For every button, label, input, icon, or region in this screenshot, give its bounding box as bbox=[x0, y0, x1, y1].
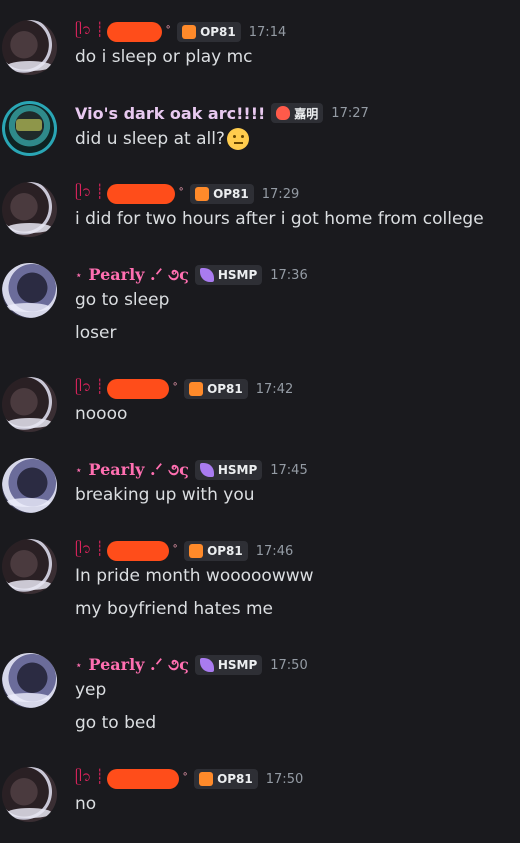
message-header: ⋆ Pearly .ᐟ ૭ς HSMP 17:50 bbox=[75, 653, 308, 677]
redacted-username[interactable] bbox=[107, 769, 180, 789]
timestamp[interactable]: 17:14 bbox=[249, 25, 286, 40]
avatar[interactable] bbox=[2, 377, 57, 432]
server-tag[interactable]: 嘉明 bbox=[271, 103, 324, 123]
fire-icon bbox=[276, 106, 291, 120]
avatar[interactable] bbox=[2, 767, 57, 822]
avatar[interactable] bbox=[2, 539, 57, 594]
username-suffix: ˚ bbox=[178, 187, 185, 201]
message-text: no bbox=[75, 794, 97, 814]
message-header: ⋆ Pearly .ᐟ ૭ς HSMP 17:36 bbox=[75, 263, 308, 287]
username-prefix: ᥫ᭡ ┊ bbox=[75, 21, 105, 38]
username-suffix: ˚ bbox=[172, 382, 179, 396]
avatar[interactable] bbox=[2, 182, 57, 237]
message-header: ⋆ Pearly .ᐟ ૭ς HSMP 17:45 bbox=[75, 458, 308, 482]
timestamp[interactable]: 17:27 bbox=[331, 106, 368, 121]
server-tag[interactable]: OP81 bbox=[194, 769, 258, 789]
timestamp[interactable]: 17:42 bbox=[256, 382, 293, 397]
server-tag[interactable]: OP81 bbox=[184, 379, 248, 399]
tag-label: 嘉明 bbox=[294, 106, 319, 121]
tag-label: OP81 bbox=[207, 382, 243, 396]
message-text: i did for two hours after i got home fro… bbox=[75, 209, 484, 229]
redacted-username[interactable] bbox=[107, 541, 170, 561]
fox-icon bbox=[195, 187, 210, 201]
tag-label: OP81 bbox=[217, 772, 253, 786]
username-prefix: ⋆ bbox=[75, 658, 83, 672]
message-text: breaking up with you bbox=[75, 485, 255, 505]
username-suffix: ˚ bbox=[172, 544, 179, 558]
username-suffix: ˚ bbox=[165, 25, 172, 39]
message-text: noooo bbox=[75, 404, 128, 424]
redacted-username[interactable] bbox=[107, 184, 176, 204]
message-text: did u sleep at all? bbox=[75, 129, 225, 149]
tag-label: OP81 bbox=[200, 25, 236, 39]
username-prefix: ᥫ᭡ ┊ bbox=[75, 540, 105, 557]
message-text: loser bbox=[75, 323, 117, 343]
avatar[interactable] bbox=[2, 653, 57, 708]
tag-label: HSMP bbox=[217, 463, 258, 477]
server-tag[interactable]: OP81 bbox=[184, 541, 248, 561]
server-tag[interactable]: OP81 bbox=[177, 22, 241, 42]
username-prefix: ᥫ᭡ ┊ bbox=[75, 768, 105, 785]
leaf-icon bbox=[199, 463, 214, 477]
username[interactable]: Pearly .ᐟ ૭ς bbox=[89, 460, 189, 480]
thinking-face-icon bbox=[226, 128, 249, 150]
server-tag[interactable]: HSMP bbox=[194, 655, 263, 675]
leaf-icon bbox=[199, 658, 214, 672]
message-text: do i sleep or play mc bbox=[75, 47, 253, 67]
message-header: ᥫ᭡ ┊ ˚ OP81 17:14 bbox=[75, 20, 286, 44]
avatar[interactable] bbox=[2, 263, 57, 318]
username[interactable]: Pearly .ᐟ ૭ς bbox=[89, 655, 189, 675]
timestamp[interactable]: 17:50 bbox=[270, 658, 307, 673]
avatar[interactable] bbox=[2, 458, 57, 513]
username[interactable]: Vio's dark oak arc!!!! bbox=[75, 104, 265, 123]
timestamp[interactable]: 17:46 bbox=[256, 544, 293, 559]
server-tag[interactable]: HSMP bbox=[194, 265, 263, 285]
username-suffix: ˚ bbox=[182, 772, 189, 786]
tag-label: HSMP bbox=[217, 658, 258, 672]
fox-icon bbox=[189, 544, 204, 558]
username-prefix: ⋆ bbox=[75, 463, 83, 477]
timestamp[interactable]: 17:29 bbox=[262, 187, 299, 202]
message-text: go to sleep bbox=[75, 290, 170, 310]
avatar[interactable] bbox=[2, 20, 57, 75]
username-prefix: ᥫ᭡ ┊ bbox=[75, 183, 105, 200]
username-prefix: ⋆ bbox=[75, 268, 83, 282]
message-text: my boyfriend hates me bbox=[75, 599, 273, 619]
redacted-username[interactable] bbox=[107, 379, 170, 399]
timestamp[interactable]: 17:50 bbox=[266, 772, 303, 787]
username[interactable]: Pearly .ᐟ ૭ς bbox=[89, 265, 189, 285]
redacted-username[interactable] bbox=[107, 22, 163, 42]
server-tag[interactable]: OP81 bbox=[190, 184, 254, 204]
message-header: ᥫ᭡ ┊ ˚ OP81 17:42 bbox=[75, 377, 293, 401]
tag-label: OP81 bbox=[207, 544, 243, 558]
message-header: ᥫ᭡ ┊ ˚ OP81 17:50 bbox=[75, 767, 303, 791]
tag-label: OP81 bbox=[213, 187, 249, 201]
timestamp[interactable]: 17:36 bbox=[270, 268, 307, 283]
leaf-icon bbox=[199, 268, 214, 282]
message-text: In pride month wooooowww bbox=[75, 566, 314, 586]
message-line: did u sleep at all? bbox=[75, 128, 249, 150]
message-text: go to bed bbox=[75, 713, 157, 733]
message-header: ᥫ᭡ ┊ ˚ OP81 17:29 bbox=[75, 182, 299, 206]
avatar[interactable] bbox=[2, 101, 57, 156]
message-text: yep bbox=[75, 680, 107, 700]
server-tag[interactable]: HSMP bbox=[194, 460, 263, 480]
fox-icon bbox=[182, 25, 197, 39]
fox-icon bbox=[189, 382, 204, 396]
tag-label: HSMP bbox=[217, 268, 258, 282]
message-header: ᥫ᭡ ┊ ˚ OP81 17:46 bbox=[75, 539, 293, 563]
username-prefix: ᥫ᭡ ┊ bbox=[75, 378, 105, 395]
timestamp[interactable]: 17:45 bbox=[270, 463, 307, 478]
message-header: Vio's dark oak arc!!!! 嘉明 17:27 bbox=[75, 101, 369, 125]
fox-icon bbox=[199, 772, 214, 786]
